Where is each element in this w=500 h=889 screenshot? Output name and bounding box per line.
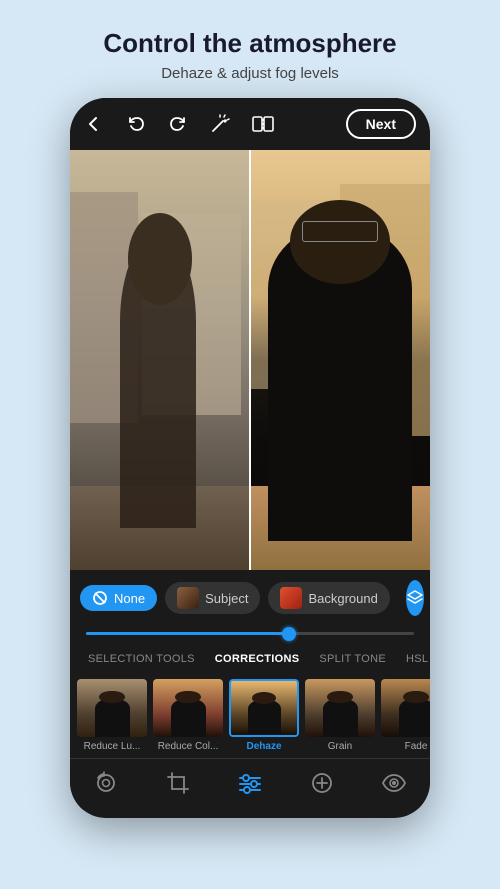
- subject-label: Subject: [205, 591, 248, 606]
- none-pill[interactable]: None: [80, 585, 157, 611]
- bottom-nav: [70, 758, 430, 809]
- crop-nav-icon[interactable]: [164, 769, 192, 797]
- dehaze-slider-row: [70, 626, 430, 641]
- tool-reduce-color[interactable]: Reduce Col...: [152, 679, 224, 752]
- none-label: None: [114, 591, 145, 606]
- undo-icon[interactable]: [126, 114, 154, 134]
- page-subtitle: Dehaze & adjust fog levels: [103, 65, 396, 82]
- slider-track[interactable]: [86, 632, 414, 635]
- tools-row: Reduce Lu... Reduce Col... Dehaze: [70, 675, 430, 758]
- eye-nav-icon[interactable]: [380, 769, 408, 797]
- slider-thumb[interactable]: [282, 627, 296, 641]
- page-title: Control the atmosphere: [103, 28, 396, 59]
- next-button[interactable]: Next: [346, 109, 416, 139]
- tab-split-tone[interactable]: SPLIT TONE: [311, 649, 394, 669]
- tab-selection-tools[interactable]: SELECTION TOOLS: [80, 649, 203, 669]
- tool-reduce-luminance[interactable]: Reduce Lu...: [76, 679, 148, 752]
- background-thumbnail: [280, 587, 302, 609]
- top-bar: Next: [70, 98, 430, 150]
- phone-shell: Next: [70, 98, 430, 818]
- subject-thumbnail: [177, 587, 199, 609]
- before-image: [70, 150, 250, 570]
- after-image: [250, 150, 430, 570]
- healing-nav-icon[interactable]: [308, 769, 336, 797]
- background-pill[interactable]: Background: [268, 582, 389, 614]
- slider-fill: [86, 632, 289, 635]
- tool-label-grain: Grain: [328, 741, 352, 752]
- compare-divider: [249, 150, 251, 570]
- before-after-image: [70, 150, 430, 570]
- tabs-row: SELECTION TOOLS CORRECTIONS SPLIT TONE H…: [70, 641, 430, 675]
- back-icon[interactable]: [84, 114, 112, 134]
- selection-bar: None Subject Background: [70, 570, 430, 626]
- tab-hsl[interactable]: HSL: [398, 649, 430, 669]
- redo-icon[interactable]: [168, 114, 196, 134]
- page-header: Control the atmosphere Dehaze & adjust f…: [73, 0, 426, 98]
- compare-icon[interactable]: [252, 114, 280, 134]
- adjustments-nav-icon[interactable]: [236, 769, 264, 797]
- tool-label-dehaze: Dehaze: [246, 741, 281, 752]
- subject-pill[interactable]: Subject: [165, 582, 260, 614]
- camera-rotate-nav-icon[interactable]: [92, 769, 120, 797]
- tool-grain[interactable]: Grain: [304, 679, 376, 752]
- tool-label-reduce-lu: Reduce Lu...: [84, 741, 141, 752]
- tool-fade[interactable]: Fade: [380, 679, 430, 752]
- layers-icon-button[interactable]: [406, 580, 424, 616]
- tab-corrections[interactable]: CORRECTIONS: [207, 649, 308, 669]
- tool-label-fade: Fade: [405, 741, 428, 752]
- magic-wand-icon[interactable]: [210, 114, 238, 134]
- tool-dehaze[interactable]: Dehaze: [228, 679, 300, 752]
- none-icon: [92, 590, 108, 606]
- tool-label-reduce-col: Reduce Col...: [158, 741, 219, 752]
- background-label: Background: [308, 591, 377, 606]
